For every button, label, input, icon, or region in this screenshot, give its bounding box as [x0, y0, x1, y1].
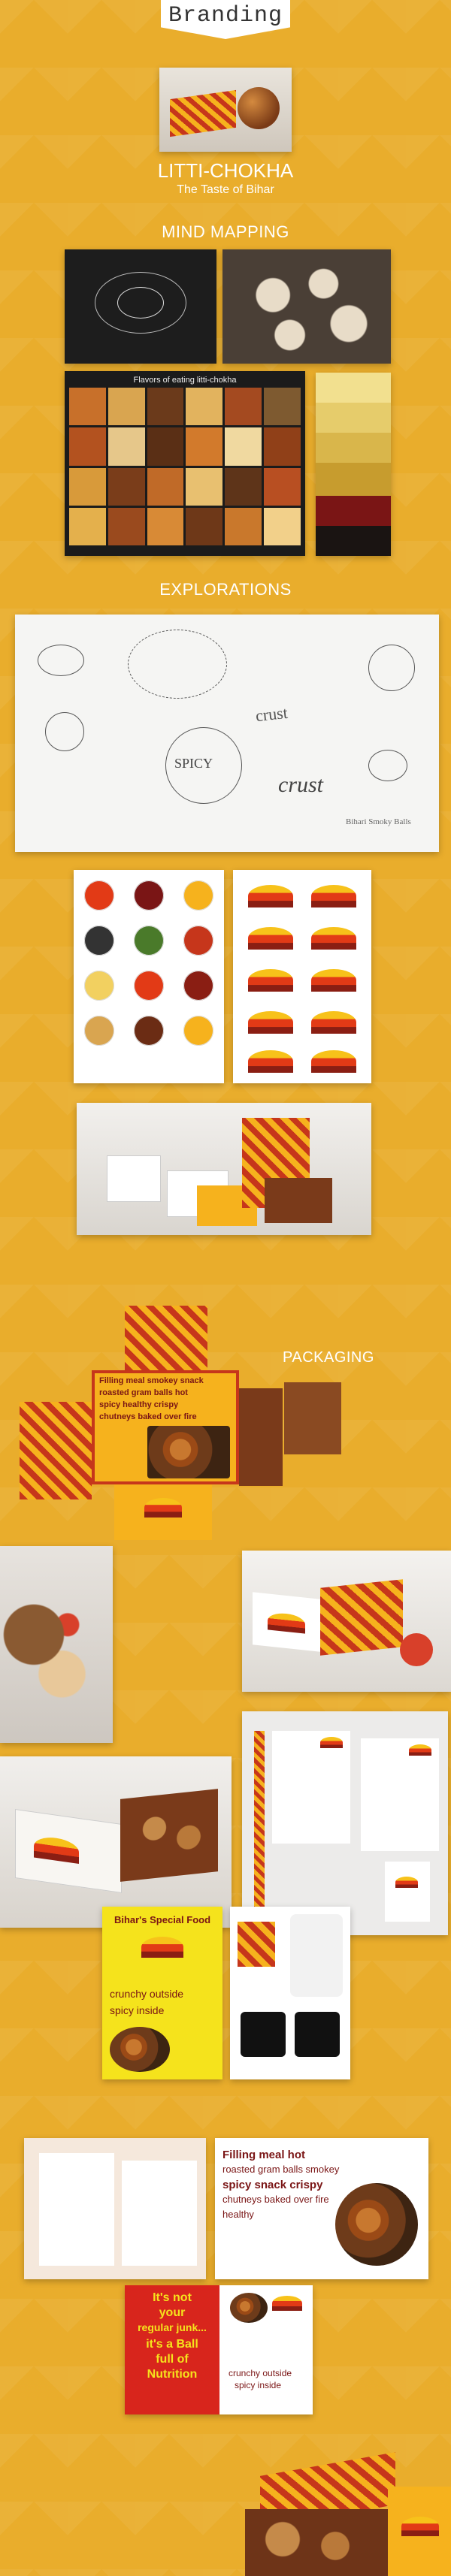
- sketch-wordmark-3: crust: [254, 702, 289, 726]
- sketch-wordmark-2: crust: [278, 772, 323, 797]
- dieline-top-flap: [125, 1306, 207, 1370]
- brochure-line-2: roasted gram balls smokey: [222, 2164, 340, 2175]
- section-title-packaging: PACKAGING: [283, 1349, 374, 1366]
- brand-name: LITTI-CHOKHA: [157, 159, 294, 182]
- poster-2-line-5: full of: [156, 2353, 189, 2366]
- branding-page: { "header": { "tab_label": "Branding", "…: [0, 0, 451, 2576]
- poster-2-line-2: your: [159, 2306, 186, 2319]
- package-copy-2: roasted gram balls hot: [99, 1388, 188, 1397]
- poster-1-heading: Bihar's Special Food: [114, 1914, 211, 1925]
- branding-tab-label: Branding: [168, 3, 283, 29]
- brochure-left: [24, 2138, 206, 2279]
- dieline-left-flap: [20, 1402, 92, 1499]
- poster-2-line-1: It's not: [153, 2291, 192, 2304]
- brochure-line-3: spicy snack crispy: [222, 2179, 323, 2191]
- poster-2-small-1: crunchy outside: [229, 2368, 292, 2378]
- palette-swatch-5: [316, 496, 391, 526]
- brochure-line-5: healthy: [222, 2209, 254, 2220]
- poster-special-food: Bihar's Special Food crunchy outside spi…: [102, 1907, 222, 2079]
- logo-options-card: [74, 870, 224, 1083]
- brand-tagline: The Taste of Bihar: [177, 183, 274, 196]
- package-copy-1: Filling meal smokey snack: [99, 1376, 204, 1385]
- sketch-mandala: [128, 630, 227, 699]
- brochure-line-4: chutneys baked over fire: [222, 2194, 329, 2205]
- dieline-right-flap: [239, 1388, 283, 1486]
- poster-2-line-3: regular junk...: [138, 2321, 207, 2333]
- brochure-right: Filling meal hot roasted gram balls smok…: [215, 2138, 428, 2279]
- package-copy-4: chutneys baked over fire: [99, 1412, 197, 1421]
- bottom-box-render: [238, 2434, 451, 2576]
- palette-swatch-4: [316, 463, 391, 496]
- hero-box: [170, 89, 236, 137]
- dieline-front-panel: Filling meal smokey snack roasted gram b…: [92, 1370, 239, 1484]
- brochure-line-1: Filling meal hot: [222, 2149, 306, 2161]
- poster-2-red-panel: It's not your regular junk... it's a Bal…: [125, 2285, 219, 2414]
- sketch-wordmark-1: SPICY: [174, 756, 213, 771]
- section-title-explorations: EXPLORATIONS: [159, 580, 292, 599]
- logo-variants-card: [233, 870, 371, 1083]
- poster-2-small-2: spicy inside: [235, 2380, 282, 2390]
- poster-2-line-6: Nutrition: [147, 2368, 198, 2381]
- box-prototypes-photo: [77, 1103, 371, 1235]
- hero-photo: [159, 68, 292, 152]
- palette-swatch-2: [316, 403, 391, 433]
- branding-tab: Branding: [161, 0, 290, 39]
- explorations-sketches: SPICY crust crust Bihari Smoky Balls: [15, 615, 439, 852]
- food-photo-left: [0, 1546, 113, 1743]
- box-photo-left: [0, 1756, 232, 1928]
- poster-nutrition: It's not your regular junk... it's a Bal…: [125, 2285, 313, 2414]
- moodboard: Flavors of eating litti-chokha: [65, 371, 305, 556]
- hero-food: [238, 87, 280, 129]
- poster-2-line-4: it's a Ball: [146, 2338, 198, 2351]
- poster-1-logo: [141, 1937, 183, 1958]
- mindmap-photo-litti: [222, 249, 391, 364]
- brown-swatch-right: [284, 1382, 341, 1454]
- mindmap-sketch: [65, 249, 216, 364]
- section-title-mind-mapping: MIND MAPPING: [162, 222, 289, 241]
- dieline-bottom-panel: [114, 1484, 212, 1540]
- palette-swatch-3: [316, 433, 391, 463]
- palette-swatch-1: [316, 373, 391, 403]
- package-copy-3: spicy healthy crispy: [99, 1400, 179, 1409]
- packaging-dieline: Filling meal smokey snack roasted gram b…: [20, 1306, 283, 1540]
- palette-swatch-6: [316, 526, 391, 556]
- stationery-set: [242, 1711, 448, 1935]
- box-photo-right: [242, 1551, 451, 1692]
- sketch-caption: Bihari Smoky Balls: [346, 817, 411, 826]
- color-palette: [316, 373, 391, 556]
- moodboard-grid: [69, 388, 301, 545]
- poster-1-line-2: spicy inside: [110, 2004, 165, 2016]
- apparel-mockup: [230, 1907, 350, 2079]
- moodboard-title: Flavors of eating litti-chokha: [133, 376, 237, 385]
- poster-1-line-1: crunchy outside: [110, 1988, 184, 2000]
